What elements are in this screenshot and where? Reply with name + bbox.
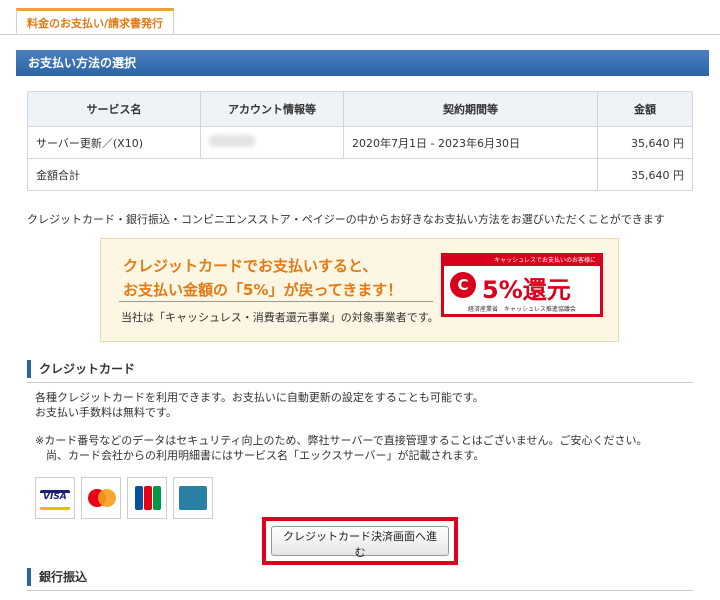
payment-methods-description: クレジットカード・銀行振込・コンビニエンスストア・ペイジーの中からお好きなお支払… [27,213,665,226]
amount-cell: 35,640 円 [597,126,693,159]
bank-transfer-heading: 銀行振込 [27,568,689,586]
proceed-credit-card-button[interactable]: クレジットカード決済画面へ進む [271,526,449,559]
badge-top-text: キャッシュレスでお支払いのお客様に [444,256,600,266]
mastercard-logo [81,477,121,519]
table-row: サーバー更新／(X10) 2020年7月1日 - 2023年6月30日 35,6… [27,126,693,159]
badge-main-text: 5%還元 [482,276,571,304]
cashless-5-percent-badge: キャッシュレスでお支払いのお客様に C 5%還元 経済産業省 キャッシュレス推進… [441,253,603,317]
credit-card-heading: クレジットカード [27,360,689,378]
credit-card-notice-2: 尚、カード会社からの利用明細書にはサービス名「エックスサーバー」が記載されます。 [46,449,485,462]
table-header-row: サービス名 アカウント情報等 契約期間等 金額 [27,91,693,127]
tab-payment-invoice[interactable]: 料金のお支払い/請求書発行 [16,8,175,34]
section-title-bar: お支払い方法の選択 [16,50,709,76]
amex-logo [173,477,213,519]
header-amount: 金額 [597,91,693,127]
table-total-row: 金額合計 35,640 円 [27,158,693,191]
credit-card-info-1: 各種クレジットカードを利用できます。お支払いに自動更新の設定をすることも可能です… [35,391,484,404]
header-service-name: サービス名 [27,91,201,127]
header-contract-period: 契約期間等 [343,91,598,127]
account-info-cell [200,126,344,159]
contract-period-cell: 2020年7月1日 - 2023年6月30日 [343,126,598,159]
cashless-promo-banner: クレジットカードでお支払いすると、 お支払い金額の「5%」が戻ってきます！ 当社… [100,238,619,342]
credit-card-divider [27,382,693,383]
promo-divider [119,301,433,302]
jcb-logo [127,477,167,519]
promo-line-1: クレジットカードでお支払いすると、 [123,257,378,275]
service-name-cell: サーバー更新／(X10) [27,126,201,159]
badge-footer-text: 経済産業省 キャッシュレス推進協議会 [468,306,576,313]
tab-bar: 料金のお支払い/請求書発行 [0,0,720,35]
promo-line-2: お支払い金額の「5%」が戻ってきます！ [123,281,403,299]
header-account-info: アカウント情報等 [200,91,344,127]
cashless-logo-icon: C [450,272,476,298]
bank-transfer-divider [27,590,693,591]
total-label-cell: 金額合計 [27,158,598,191]
service-table: サービス名 アカウント情報等 契約期間等 金額 サーバー更新／(X10) 202… [27,91,693,191]
visa-logo: VISA [35,477,75,519]
promo-note: 当社は「キャッシュレス・消費者還元事業」の対象事業者です。 [121,311,439,324]
credit-card-notice-1: ※カード番号などのデータはセキュリティ向上のため、弊社サーバーで直接管理すること… [35,434,648,447]
credit-card-info-2: お支払い手数料は無料です。 [35,406,177,419]
total-amount-cell: 35,640 円 [597,158,693,191]
redacted-account [209,135,255,147]
